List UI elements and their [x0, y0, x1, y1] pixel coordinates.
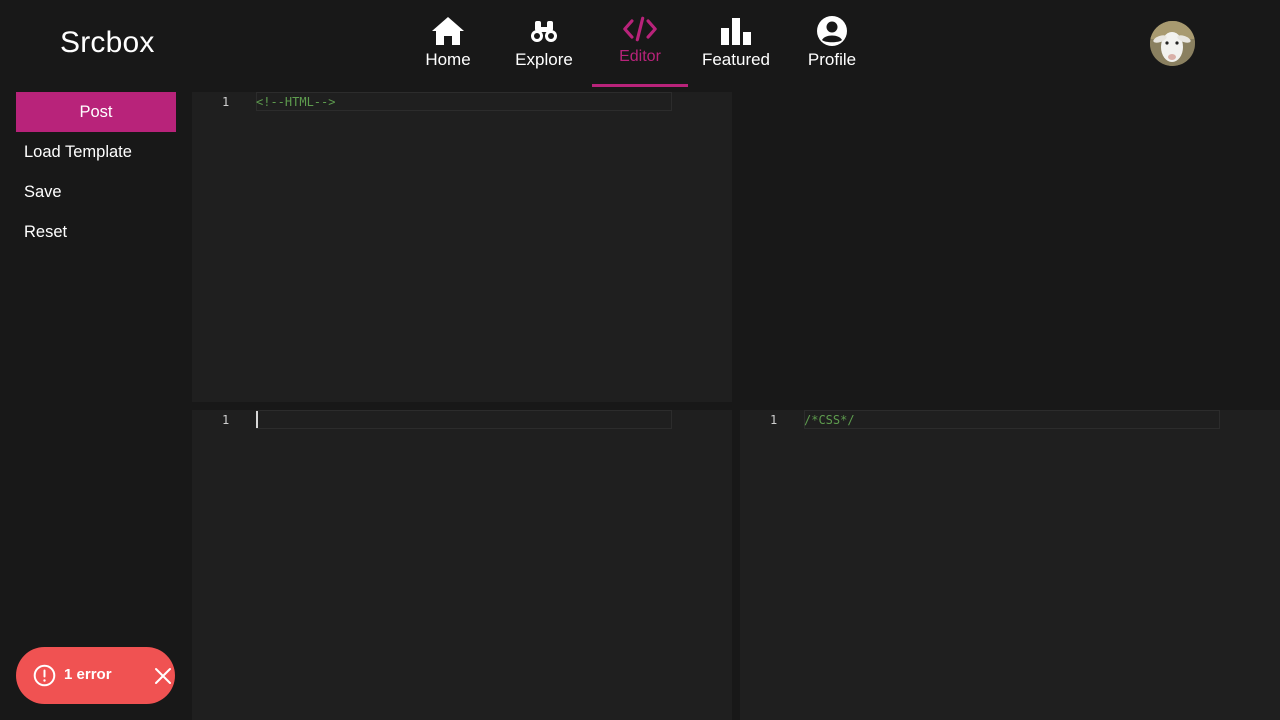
nav-editor-label: Editor [619, 48, 661, 65]
line-number: 1 [222, 413, 230, 427]
error-toast[interactable]: 1 error [16, 647, 175, 704]
js-editor[interactable]: 1 [192, 410, 732, 720]
nav-profile-label: Profile [807, 50, 857, 69]
error-count-text: 1 error [64, 666, 112, 683]
home-icon [431, 16, 465, 46]
css-editor[interactable]: 1 /*CSS*/ [740, 410, 1280, 720]
nav-home[interactable]: Home [400, 0, 496, 88]
post-button[interactable]: Post [16, 92, 176, 132]
editor-sidebar: Post Load Template Save Reset [0, 88, 192, 720]
nav-featured[interactable]: Featured [688, 0, 784, 88]
code-icon [623, 14, 657, 44]
line-number: 1 [770, 413, 778, 427]
nav-featured-label: Featured [701, 50, 771, 69]
user-avatar[interactable] [1150, 21, 1195, 66]
html-code[interactable]: <!--HTML--> [256, 95, 335, 109]
main-nav: Home Explore Editor Featured Profile [400, 0, 880, 88]
nav-profile[interactable]: Profile [784, 0, 880, 88]
reset-button[interactable]: Reset [16, 212, 176, 252]
nav-home-label: Home [425, 50, 471, 69]
binoculars-icon [527, 16, 561, 46]
top-navbar: Srcbox Home Explore Editor Featured Prof… [0, 0, 1280, 88]
line-number: 1 [222, 95, 230, 109]
load-template-button[interactable]: Load Template [16, 132, 176, 172]
brand-logo[interactable]: Srcbox [60, 26, 155, 60]
nav-explore[interactable]: Explore [496, 0, 592, 88]
active-line-highlight [804, 410, 1220, 429]
user-circle-icon [815, 16, 849, 46]
save-button[interactable]: Save [16, 172, 176, 212]
text-caret [256, 411, 258, 428]
html-editor[interactable]: 1 <!--HTML--> [192, 92, 732, 402]
goat-avatar-icon [1150, 21, 1195, 66]
css-code[interactable]: /*CSS*/ [804, 413, 855, 427]
bar-chart-icon [719, 16, 753, 46]
nav-editor[interactable]: Editor [592, 0, 688, 88]
preview-pane [740, 92, 1280, 402]
alert-circle-icon [33, 664, 56, 687]
nav-explore-label: Explore [515, 50, 573, 69]
active-line-highlight [256, 410, 672, 429]
close-icon[interactable] [153, 666, 173, 686]
